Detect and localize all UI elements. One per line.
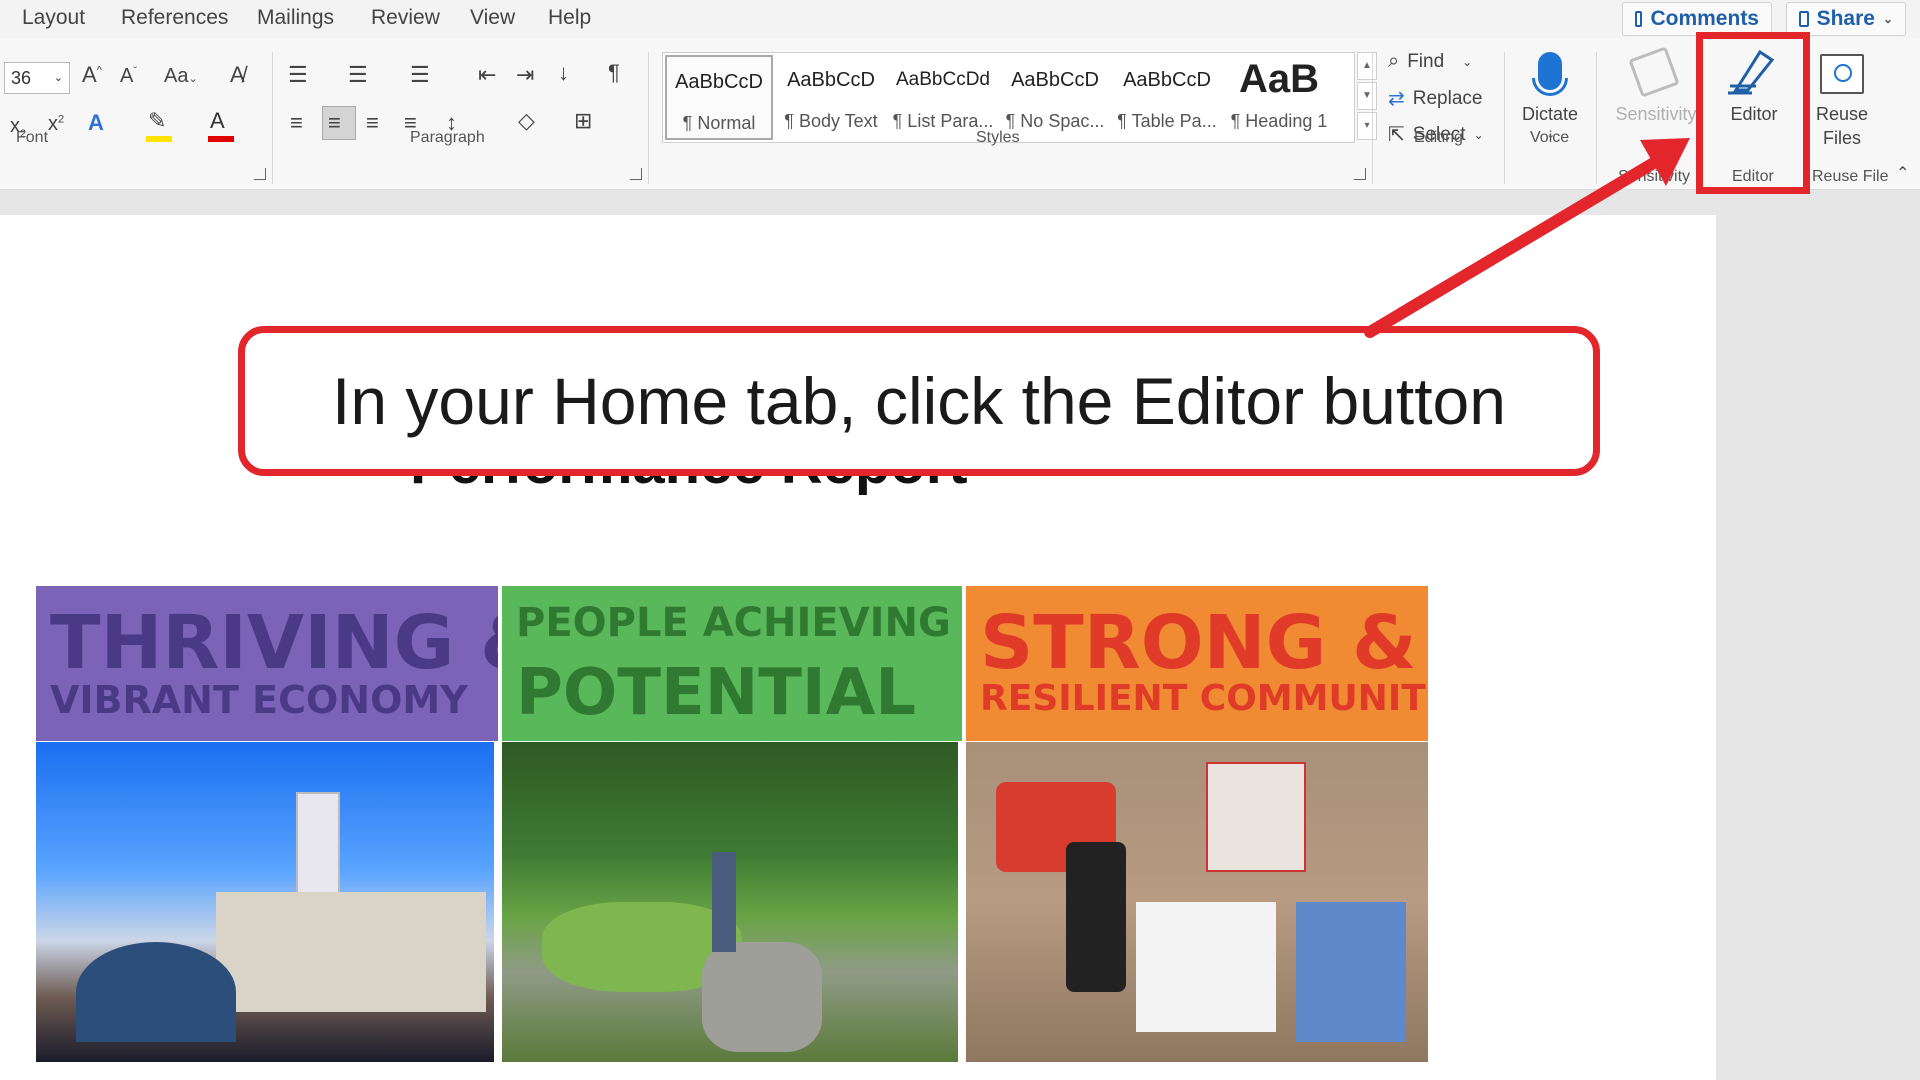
- red-arrow-icon: [1364, 138, 1690, 338]
